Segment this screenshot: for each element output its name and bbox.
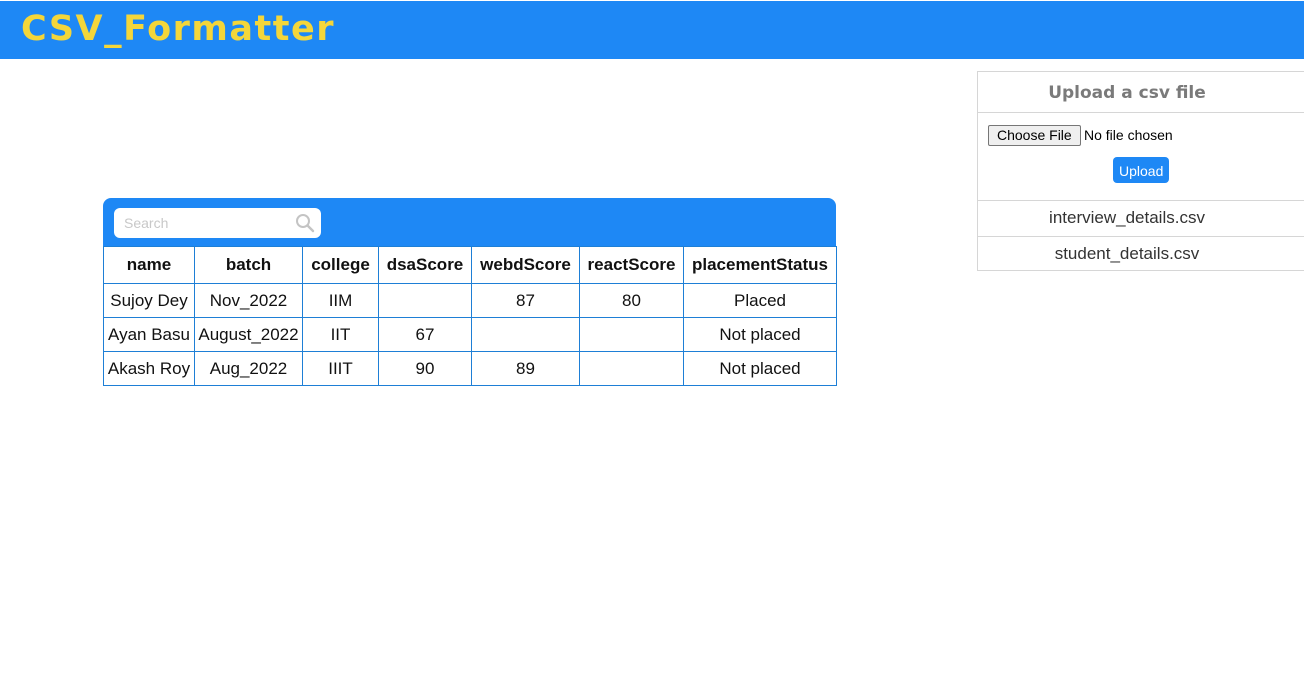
choose-file-button[interactable]: Choose File <box>988 125 1081 146</box>
app-header: CSV_Formatter <box>0 1 1304 59</box>
data-table: name batch college dsaScore webdScore re… <box>103 246 837 386</box>
column-header[interactable]: reactScore <box>579 246 684 284</box>
app-title: CSV_Formatter <box>21 9 335 49</box>
table-cell: Ayan Basu <box>103 317 195 352</box>
upload-panel: Upload a csv file Choose File No file ch… <box>977 71 1304 271</box>
table-cell <box>579 351 684 386</box>
column-header[interactable]: dsaScore <box>378 246 472 284</box>
table-row: Sujoy Dey Nov_2022 IIM 87 80 Placed <box>103 283 837 318</box>
column-header[interactable]: webdScore <box>471 246 580 284</box>
file-status: No file chosen <box>1084 127 1173 143</box>
table-cell: 90 <box>378 351 472 386</box>
table-cell: 67 <box>378 317 472 352</box>
upload-button[interactable]: Upload <box>1113 157 1169 183</box>
table-header-row: name batch college dsaScore webdScore re… <box>103 246 837 284</box>
file-list-item[interactable]: interview_details.csv <box>978 201 1304 237</box>
table-row: Akash Roy Aug_2022 IIIT 90 89 Not placed <box>103 351 837 386</box>
file-list-item[interactable]: student_details.csv <box>978 237 1304 272</box>
table-cell: Not placed <box>683 317 837 352</box>
column-header[interactable]: college <box>302 246 379 284</box>
table-cell: 87 <box>471 283 580 318</box>
table-cell: Akash Roy <box>103 351 195 386</box>
column-header[interactable]: name <box>103 246 195 284</box>
table-cell: Not placed <box>683 351 837 386</box>
table-cell: IIT <box>302 317 379 352</box>
search-box <box>114 208 321 238</box>
table-cell <box>579 317 684 352</box>
table-cell: IIM <box>302 283 379 318</box>
table-row: Ayan Basu August_2022 IIT 67 Not placed <box>103 317 837 352</box>
upload-title: Upload a csv file <box>978 72 1304 113</box>
table-cell: 80 <box>579 283 684 318</box>
table-cell <box>378 283 472 318</box>
table-cell: Placed <box>683 283 837 318</box>
data-table-panel: name batch college dsaScore webdScore re… <box>103 198 837 386</box>
table-cell: Nov_2022 <box>194 283 303 318</box>
table-cell: IIIT <box>302 351 379 386</box>
table-cell: Aug_2022 <box>194 351 303 386</box>
search-icon[interactable] <box>295 213 315 233</box>
column-header[interactable]: batch <box>194 246 303 284</box>
table-cell: 89 <box>471 351 580 386</box>
search-input[interactable] <box>114 208 289 238</box>
table-cell: August_2022 <box>194 317 303 352</box>
table-toolbar <box>103 198 836 246</box>
table-cell <box>471 317 580 352</box>
column-header[interactable]: placementStatus <box>683 246 837 284</box>
table-cell: Sujoy Dey <box>103 283 195 318</box>
upload-form: Choose File No file chosen Upload <box>978 113 1304 201</box>
